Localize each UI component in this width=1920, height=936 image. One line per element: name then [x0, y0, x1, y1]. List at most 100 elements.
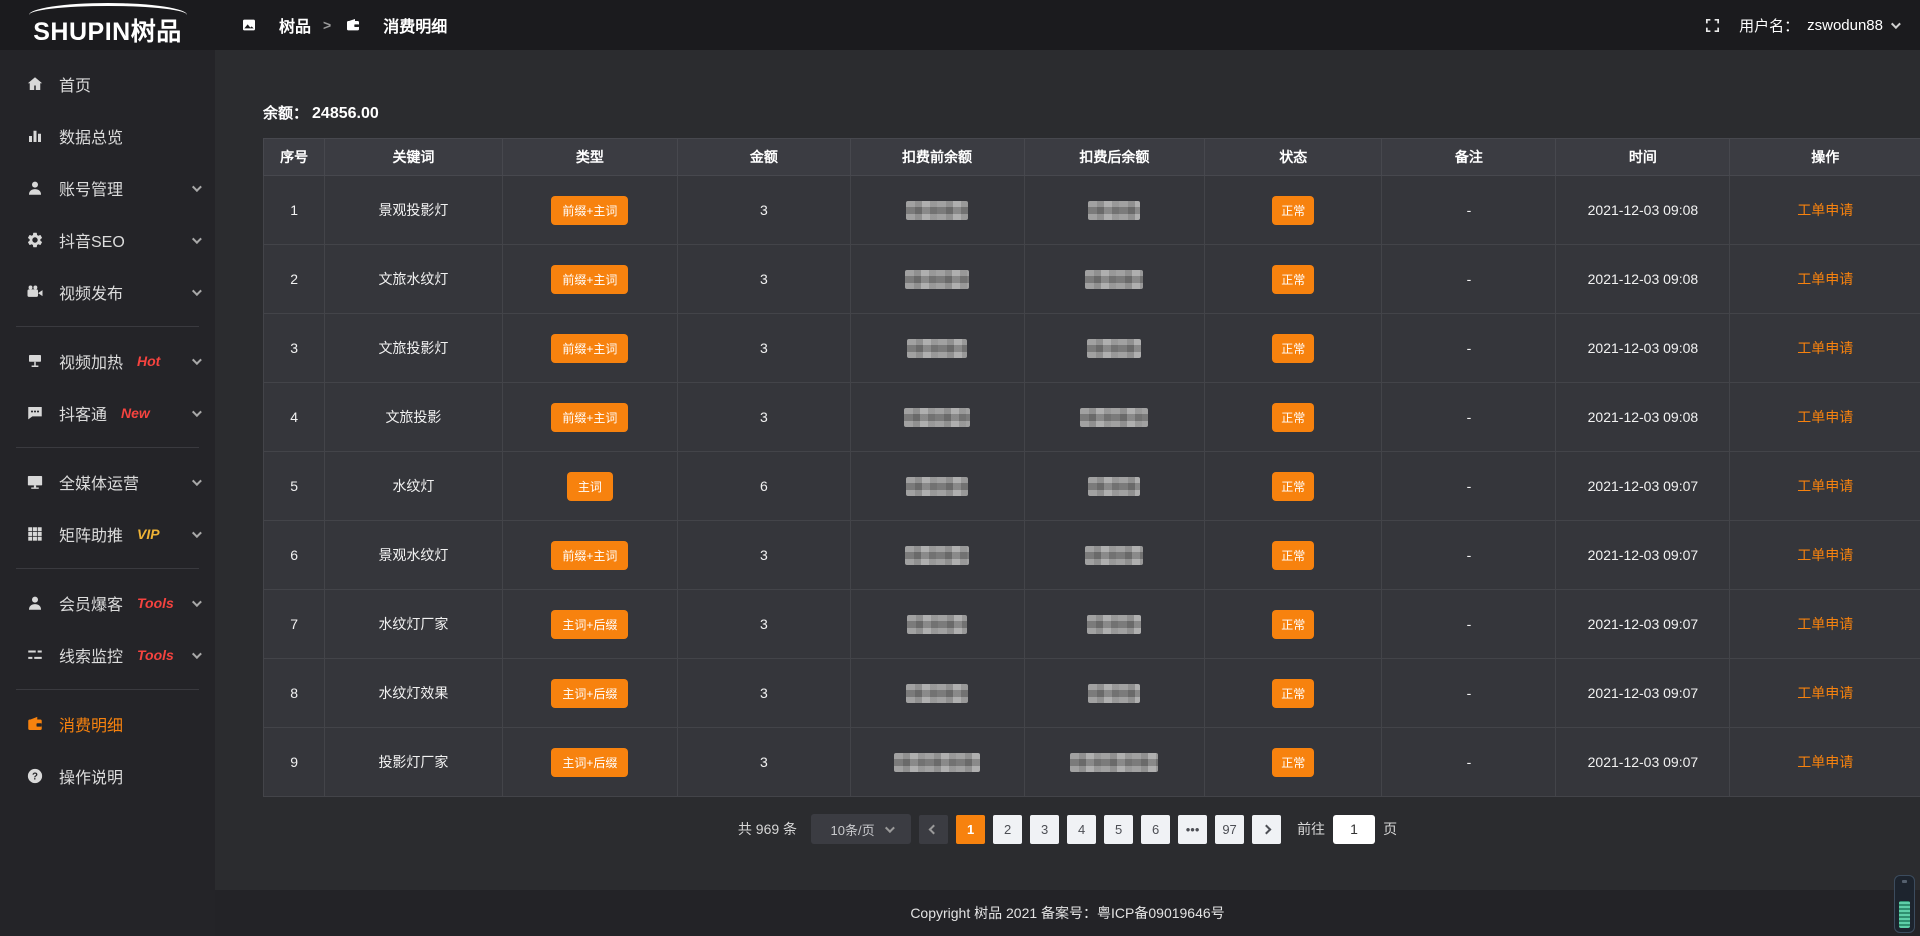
question-icon: ? [25, 767, 44, 786]
cell-remark: - [1382, 728, 1556, 797]
ticket-request-link[interactable]: 工单申请 [1797, 202, 1853, 218]
cell-time: 2021-12-03 09:08 [1556, 314, 1730, 383]
sidebar-item-member-burst[interactable]: 会员爆客Tools [0, 577, 215, 629]
cell-index: 3 [264, 314, 325, 383]
sidebar-item-account-manage[interactable]: 账号管理 [0, 162, 215, 214]
cell-action: 工单申请 [1730, 521, 1920, 590]
blurred-balance [1088, 201, 1140, 220]
wallet-icon [25, 715, 44, 734]
cell-index: 8 [264, 659, 325, 728]
type-tag: 前缀+主词 [551, 541, 628, 570]
cell-action: 工单申请 [1730, 314, 1920, 383]
sidebar-item-clue-monitor[interactable]: 线索监控 Tools [0, 629, 215, 681]
cell-keyword: 投影灯厂家 [325, 728, 502, 797]
chevron-down-icon [192, 286, 202, 296]
cell-remark: - [1382, 452, 1556, 521]
fullscreen-icon[interactable] [1704, 17, 1721, 34]
sidebar-item-douyin-seo[interactable]: 抖音SEO [0, 214, 215, 266]
copyright-text: Copyright 树品 2021 备案号：粤ICP备09019646号 [910, 903, 1224, 923]
chevron-right-icon [1262, 824, 1272, 834]
sidebar-item-video-publish[interactable]: 视频发布 [0, 266, 215, 318]
page-button-3[interactable]: 3 [1030, 815, 1059, 844]
sidebar-item-media-operation[interactable]: 全媒体运营 [0, 456, 215, 508]
table-row: 6景观水纹灯前缀+主词3正常-2021-12-03 09:07工单申请 [264, 521, 1920, 590]
cell-status: 正常 [1205, 521, 1382, 590]
blurred-balance [906, 201, 968, 220]
sidebar-item-label: 矩阵助推 [59, 522, 123, 546]
sidebar-divider [16, 568, 199, 569]
breadcrumb-current-label: 消费明细 [383, 13, 447, 37]
cell-action: 工单申请 [1730, 728, 1920, 797]
type-tag: 主词+后缀 [551, 679, 628, 708]
cell-amount: 3 [678, 659, 850, 728]
status-badge: 正常 [1272, 403, 1314, 432]
floating-indicator-widget[interactable] [1894, 875, 1915, 933]
cell-action: 工单申请 [1730, 383, 1920, 452]
status-badge: 正常 [1272, 610, 1314, 639]
app-icon [239, 16, 258, 35]
cell-remark: - [1382, 245, 1556, 314]
table-row: 2文旅水纹灯前缀+主词3正常-2021-12-03 09:08工单申请 [264, 245, 1920, 314]
page-size-select[interactable]: 10条/页 [811, 814, 911, 844]
cell-keyword: 景观水纹灯 [325, 521, 502, 590]
blurred-balance [1088, 684, 1140, 703]
blurred-balance [1088, 477, 1140, 496]
cell-time: 2021-12-03 09:07 [1556, 728, 1730, 797]
sidebar-item-home[interactable]: 首页 [0, 58, 215, 110]
breadcrumb-root-label: 树品 [279, 13, 311, 37]
page-button-5[interactable]: 5 [1104, 815, 1133, 844]
cell-status: 正常 [1205, 383, 1382, 452]
page-ellipsis-button[interactable]: ••• [1178, 815, 1207, 844]
cell-time: 2021-12-03 09:08 [1556, 176, 1730, 245]
monitor-icon [25, 473, 44, 492]
prev-page-button[interactable] [919, 815, 948, 844]
blurred-balance [1085, 270, 1143, 289]
page-button-97[interactable]: 97 [1215, 815, 1244, 844]
page-button-6[interactable]: 6 [1141, 815, 1170, 844]
home-icon [25, 75, 44, 94]
chevron-down-icon [192, 597, 202, 607]
user-dropdown[interactable]: 用户名：zswodun88 [1739, 15, 1898, 36]
cell-balance-before [850, 245, 1024, 314]
table-body: 1景观投影灯前缀+主词3正常-2021-12-03 09:08工单申请2文旅水纹… [264, 176, 1920, 797]
cell-balance-before [850, 176, 1024, 245]
breadcrumb-current: 消费明细 [343, 13, 447, 37]
sidebar-item-data-overview[interactable]: 数据总览 [0, 110, 215, 162]
chevron-down-icon [1891, 19, 1901, 29]
sidebar-item-doukoutong[interactable]: 抖客通New [0, 387, 215, 439]
sidebar-item-consume-detail[interactable]: 消费明细 [0, 698, 215, 750]
type-tag: 主词 [567, 472, 613, 501]
ticket-request-link[interactable]: 工单申请 [1797, 409, 1853, 425]
chevron-left-icon [929, 824, 939, 834]
bar-chart-icon [25, 127, 44, 146]
ticket-request-link[interactable]: 工单申请 [1797, 547, 1853, 563]
ticket-request-link[interactable]: 工单申请 [1797, 616, 1853, 632]
cell-balance-before [850, 314, 1024, 383]
cell-status: 正常 [1205, 245, 1382, 314]
cell-keyword: 文旅投影灯 [325, 314, 502, 383]
blurred-balance [906, 684, 968, 703]
sidebar-item-video-heat[interactable]: 视频加热Hot [0, 335, 215, 387]
ticket-request-link[interactable]: 工单申请 [1797, 754, 1853, 770]
ticket-request-link[interactable]: 工单申请 [1797, 685, 1853, 701]
sidebar-item-operation-guide[interactable]: ?操作说明 [0, 750, 215, 802]
ticket-request-link[interactable]: 工单申请 [1797, 478, 1853, 494]
sidebar-item-badge: Tools [137, 647, 174, 663]
cell-remark: - [1382, 590, 1556, 659]
cell-type: 前缀+主词 [502, 521, 678, 590]
sidebar-item-matrix-boost[interactable]: 矩阵助推VIP [0, 508, 215, 560]
page-button-4[interactable]: 4 [1067, 815, 1096, 844]
sidebar-item-label: 线索监控 [59, 643, 123, 667]
goto-page-input[interactable] [1333, 815, 1375, 844]
cell-status: 正常 [1205, 314, 1382, 383]
page-button-1[interactable]: 1 [956, 815, 985, 844]
page-button-2[interactable]: 2 [993, 815, 1022, 844]
ticket-request-link[interactable]: 工单申请 [1797, 271, 1853, 287]
ticket-request-link[interactable]: 工单申请 [1797, 340, 1853, 356]
cell-action: 工单申请 [1730, 245, 1920, 314]
next-page-button[interactable] [1252, 815, 1281, 844]
type-tag: 前缀+主词 [551, 334, 628, 363]
blurred-balance [1087, 339, 1141, 358]
breadcrumb-root[interactable]: 树品 [239, 13, 311, 37]
table-row: 8水纹灯效果主词+后缀3正常-2021-12-03 09:07工单申请 [264, 659, 1920, 728]
